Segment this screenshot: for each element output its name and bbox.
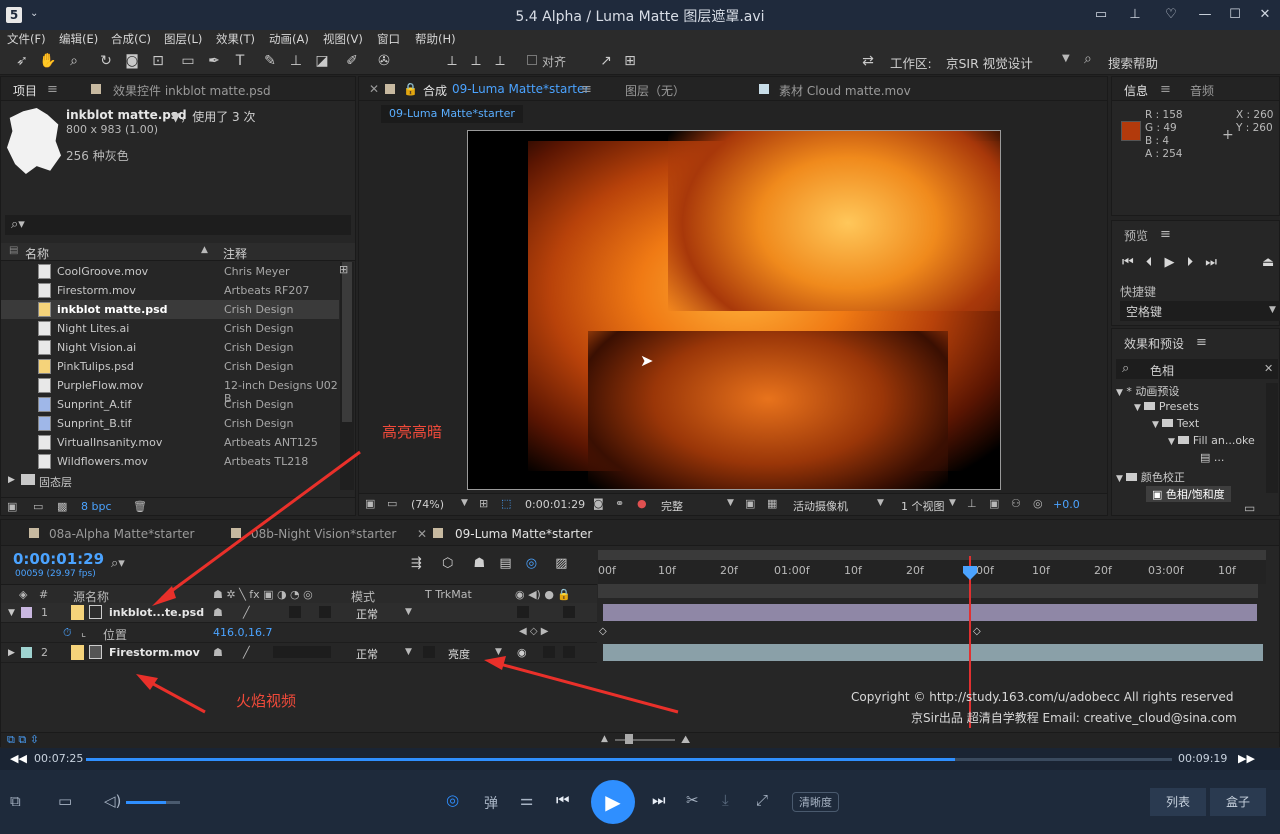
progress-strip: ◀◀ 00:07:25 00:09:19 ▶▶	[0, 748, 1280, 770]
arrow-to-trkmat	[495, 661, 679, 714]
forward-icon[interactable]: ▶▶	[1238, 752, 1255, 765]
rewind-icon[interactable]: ◀◀	[10, 752, 27, 765]
arrow-head	[136, 674, 158, 690]
annotation-arrows	[136, 450, 679, 714]
previous-icon[interactable]: ⏮	[556, 791, 570, 809]
fullscreen-icon[interactable]: ⤢	[756, 791, 768, 809]
play-button[interactable]: ▶	[591, 780, 635, 824]
volume-icon[interactable]: ◁)	[104, 792, 121, 810]
progress-fill	[86, 758, 955, 761]
scissors-icon[interactable]: ✂	[686, 791, 699, 809]
box-button[interactable]: 盒子	[1210, 788, 1266, 816]
playlist-button[interactable]: 列表	[1150, 788, 1206, 816]
arrow-head	[484, 656, 506, 670]
arrow-to-matte-layer	[161, 450, 361, 600]
annotation-highlight-label: 高亮高暗	[382, 423, 443, 441]
open-file-icon[interactable]: ▭	[58, 792, 72, 810]
folder-open-icon[interactable]: ⧉	[10, 792, 21, 810]
total-time: 00:09:19	[1178, 752, 1228, 765]
volume-slider[interactable]	[126, 801, 166, 804]
volume-track[interactable]	[166, 801, 180, 804]
danmu-button[interactable]: 弹	[484, 793, 498, 813]
elapsed-time: 00:07:25	[34, 752, 84, 765]
clarity-button[interactable]: 清晰度	[792, 792, 839, 812]
download-icon[interactable]: ⤓	[722, 791, 729, 809]
settings-sliders-icon[interactable]: ⚌	[520, 791, 533, 809]
annotation-fire-label: 火焰视频	[236, 692, 297, 710]
next-icon[interactable]: ⏭	[652, 791, 666, 809]
loop-icon[interactable]: ◎	[446, 791, 459, 809]
progress-track[interactable]	[86, 758, 1172, 761]
video-player-bar: ◀◀ 00:07:25 00:09:19 ▶▶ ⧉ ▭ ◁) ◎ 弹 ⚌ ⏮ ▶…	[0, 748, 1280, 834]
arrow-head	[152, 586, 176, 606]
arrow-to-fire-layer	[145, 678, 206, 714]
